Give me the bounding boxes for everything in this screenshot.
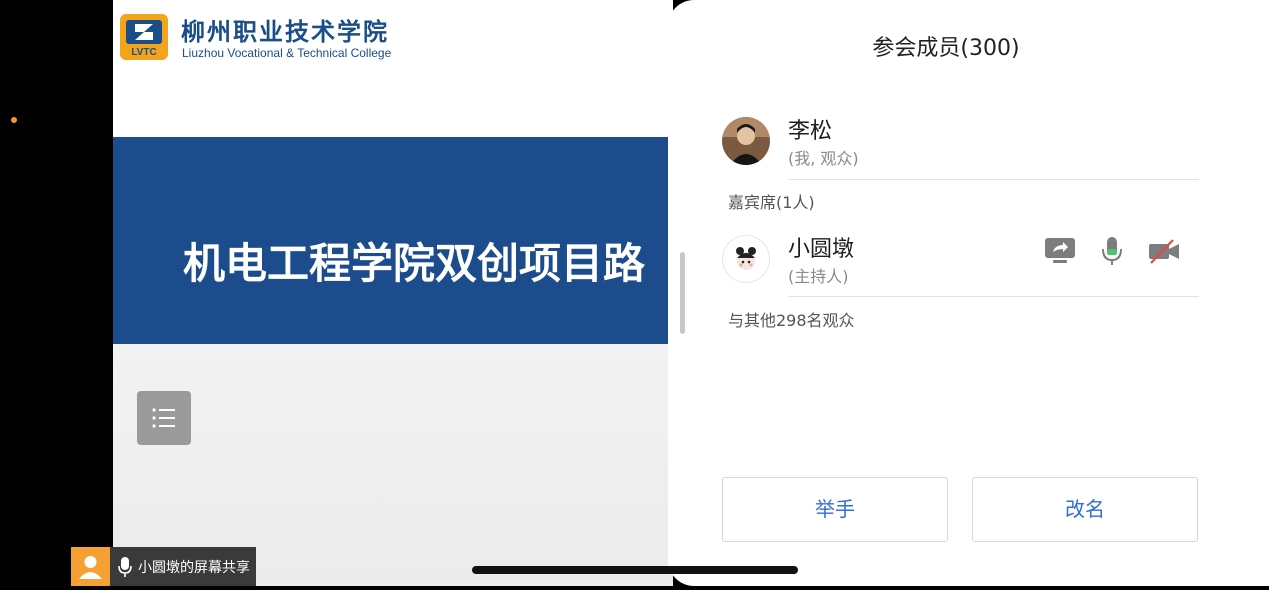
list-menu-button[interactable] xyxy=(137,391,191,445)
slide-title-band: 机电工程学院双创项目路 xyxy=(113,137,673,344)
rename-button[interactable]: 改名 xyxy=(972,477,1198,542)
home-indicator[interactable] xyxy=(472,566,798,574)
divider xyxy=(788,296,1199,297)
college-name-chinese: 柳州职业技术学院 xyxy=(181,17,389,46)
member-role: (我, 观众) xyxy=(788,149,859,168)
participants-panel: 参会成员(300) 李松 (我, 观众) 嘉宾席(1人) 小圆墩 (主持人) 与… xyxy=(668,0,1269,586)
member-name: 李松 xyxy=(788,119,833,144)
guest-section-label: 嘉宾席(1人) xyxy=(728,193,815,212)
camera-off-icon[interactable] xyxy=(1148,235,1180,267)
college-name-english: Liuzhou Vocational & Technical College xyxy=(182,46,392,60)
screen-share-text: 小圆墩的屏幕共享 xyxy=(138,559,250,576)
avatar xyxy=(722,235,770,283)
logo-emblem xyxy=(126,20,162,44)
raise-hand-button[interactable]: 举手 xyxy=(722,477,948,542)
slide-title: 机电工程学院双创项目路 xyxy=(183,239,646,288)
member-role: (主持人) xyxy=(788,267,849,286)
college-logo: LVTC xyxy=(120,14,168,60)
avatar xyxy=(722,117,770,165)
logo-abbreviation: LVTC xyxy=(131,47,157,58)
microphone-icon[interactable] xyxy=(1096,235,1128,267)
member-name: 小圆墩 xyxy=(788,237,855,262)
status-indicator-dot xyxy=(11,117,17,123)
microphone-icon xyxy=(118,556,132,577)
list-icon xyxy=(152,408,175,428)
sharer-avatar xyxy=(71,547,110,586)
other-audience-label[interactable]: 与其他298名观众 xyxy=(728,307,855,331)
person-icon xyxy=(79,556,102,579)
panel-title: 参会成员(300) xyxy=(872,36,1020,61)
scrollbar[interactable] xyxy=(680,252,685,334)
divider xyxy=(788,179,1199,180)
screen-share-label: 小圆墩的屏幕共享 xyxy=(110,547,256,586)
screen-share-icon[interactable] xyxy=(1044,235,1076,267)
left-black-margin xyxy=(0,0,113,586)
shared-screen-slide: LVTC 柳州职业技术学院 Liuzhou Vocational & Techn… xyxy=(113,0,673,586)
screen-share-status-bar: 小圆墩的屏幕共享 xyxy=(71,547,256,586)
